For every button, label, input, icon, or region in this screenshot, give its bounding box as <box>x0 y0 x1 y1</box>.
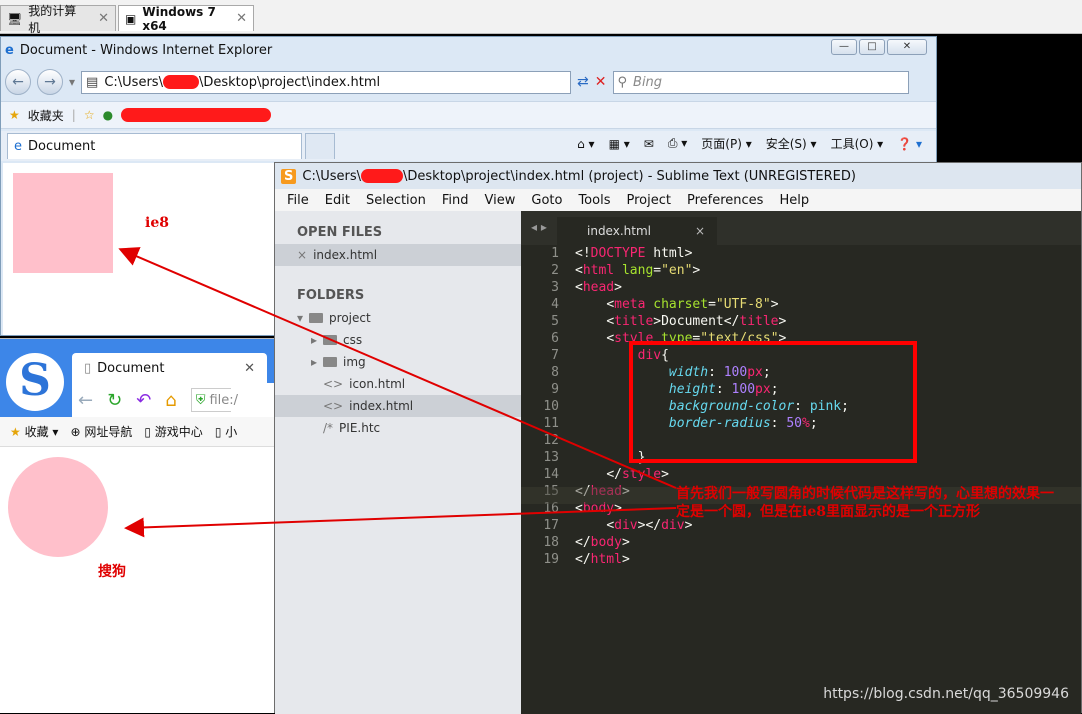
annotation-text: 首先我们一般写圆角的时候代码是这样写的，心里想的效果一定是一个圆，但是在ie8里… <box>676 486 1054 520</box>
arrow-to-ie8 <box>118 247 677 489</box>
annotation-arrows <box>118 247 677 538</box>
arrow-to-sogou <box>124 507 677 538</box>
